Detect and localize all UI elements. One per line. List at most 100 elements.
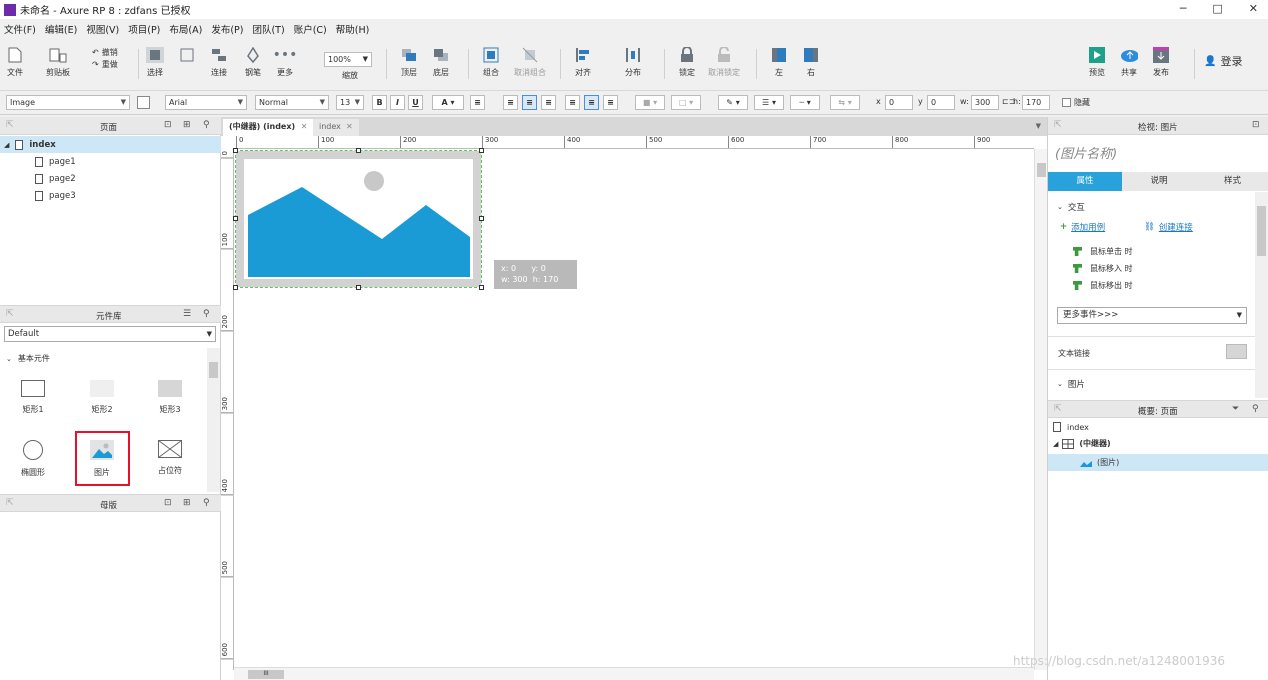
group-button[interactable]: 组合: [482, 47, 500, 78]
outline-item-image[interactable]: (图片): [1048, 454, 1268, 471]
widget-rectangle3[interactable]: 矩形3: [140, 380, 200, 415]
menu-file[interactable]: 文件(F): [4, 22, 36, 36]
bring-to-top-button[interactable]: 顶层: [400, 47, 418, 78]
minimize-button[interactable]: ─: [1180, 2, 1187, 15]
font-style-select[interactable]: Normal ▼: [255, 95, 329, 110]
tab-style[interactable]: 样式: [1196, 172, 1268, 191]
library-select[interactable]: Default ▼: [4, 326, 216, 342]
outline-item-repeater[interactable]: ◢ (中继器): [1053, 438, 1111, 449]
vertical-scrollbar[interactable]: [1034, 149, 1047, 670]
tab-index[interactable]: index ✕: [313, 119, 359, 136]
notes-page-icon[interactable]: ⊡: [1252, 120, 1260, 130]
redo-button[interactable]: ↷ 重做: [92, 59, 118, 70]
menu-account[interactable]: 账户(C): [294, 22, 327, 36]
page-item-index[interactable]: ◢ index: [0, 136, 221, 153]
align-text-left-icon[interactable]: ≡: [503, 95, 518, 110]
width-input[interactable]: 300: [971, 95, 999, 110]
bullet-list-icon[interactable]: ≡: [470, 95, 485, 110]
resize-handle[interactable]: [356, 285, 361, 290]
event-onclick[interactable]: 鼠标单击 时: [1073, 246, 1133, 257]
menu-layout[interactable]: 布局(A): [169, 22, 202, 36]
file-button[interactable]: 文件: [6, 47, 24, 78]
horizontal-scrollbar[interactable]: III: [234, 667, 1034, 680]
x-input[interactable]: 0: [885, 95, 913, 110]
widget-placeholder[interactable]: 占位符: [140, 440, 200, 476]
menu-project[interactable]: 项目(P): [128, 22, 160, 36]
tab-notes[interactable]: 说明: [1122, 172, 1196, 191]
resize-handle[interactable]: [479, 148, 484, 153]
widget-name-input[interactable]: (图片名称): [1055, 143, 1117, 162]
add-master-icon[interactable]: ⊡: [164, 498, 172, 508]
more-events-select[interactable]: 更多事件>>> ▼: [1057, 307, 1247, 324]
resize-handle[interactable]: [479, 285, 484, 290]
search-icon[interactable]: ⚲: [203, 498, 210, 508]
underline-button[interactable]: U: [408, 95, 423, 110]
pin-icon[interactable]: ⇱: [6, 498, 14, 508]
close-button[interactable]: ✕: [1249, 2, 1258, 15]
unlock-button[interactable]: 取消锁定: [708, 47, 740, 78]
arrow-style-button[interactable]: ⇆ ▾: [830, 95, 860, 110]
filter-icon[interactable]: ⏷: [1232, 404, 1239, 414]
select-alt-button[interactable]: [178, 47, 196, 67]
tab-properties[interactable]: 属性: [1048, 172, 1122, 191]
widget-rectangle2[interactable]: 矩形2: [72, 380, 132, 415]
right-button[interactable]: 右: [802, 47, 820, 78]
menu-view[interactable]: 视图(V): [86, 22, 119, 36]
search-icon[interactable]: ⚲: [203, 120, 210, 130]
event-onmouseenter[interactable]: 鼠标移入 时: [1073, 263, 1133, 274]
font-color-button[interactable]: A ▾: [432, 95, 464, 110]
italic-button[interactable]: I: [390, 95, 405, 110]
valign-bottom-icon[interactable]: ≡: [603, 95, 618, 110]
maximize-button[interactable]: □: [1212, 2, 1222, 15]
pen-button[interactable]: 钢笔: [244, 47, 262, 78]
align-text-center-icon[interactable]: ≡: [522, 95, 537, 110]
zoom-select[interactable]: 100% ▼: [324, 52, 372, 67]
font-select[interactable]: Arial ▼: [165, 95, 247, 110]
pin-icon[interactable]: ⇱: [6, 120, 14, 130]
close-icon[interactable]: ✕: [346, 122, 353, 131]
add-folder-icon[interactable]: ⊞: [183, 120, 191, 130]
add-case-link[interactable]: + 添加用例: [1060, 221, 1105, 233]
hide-checkbox[interactable]: [1062, 98, 1071, 107]
align-button[interactable]: 对齐: [574, 47, 592, 78]
font-size-select[interactable]: 13 ▼: [336, 95, 364, 110]
menu-icon[interactable]: ☰: [183, 309, 191, 319]
interaction-section[interactable]: ⌄ 交互: [1057, 201, 1085, 213]
menu-team[interactable]: 团队(T): [252, 22, 284, 36]
image-section[interactable]: ⌄ 图片: [1057, 378, 1085, 390]
clipboard-button[interactable]: 剪贴板: [46, 47, 70, 78]
outline-item-index[interactable]: index: [1053, 422, 1089, 432]
valign-middle-icon[interactable]: ≡: [584, 95, 599, 110]
page-item-page1[interactable]: page1: [0, 153, 221, 170]
widget-ellipse[interactable]: 椭圆形: [3, 440, 63, 478]
undo-button[interactable]: ↶ 撤销: [92, 47, 118, 58]
search-icon[interactable]: ⚲: [1252, 404, 1259, 414]
menu-edit[interactable]: 编辑(E): [45, 22, 77, 36]
y-input[interactable]: 0: [927, 95, 955, 110]
pin-icon[interactable]: ⇱: [1054, 120, 1062, 130]
menu-help[interactable]: 帮助(H): [336, 22, 370, 36]
login-button[interactable]: 👤 登录: [1204, 53, 1242, 69]
ungroup-button[interactable]: 取消组合: [514, 47, 546, 78]
library-section-basic[interactable]: ⌄ 基本元件: [6, 353, 50, 364]
height-input[interactable]: 170: [1022, 95, 1050, 110]
line-color-button[interactable]: ✎ ▾: [718, 95, 748, 110]
distribute-button[interactable]: 分布: [624, 47, 642, 78]
pin-icon[interactable]: ⇱: [6, 309, 14, 319]
widget-type-select[interactable]: Image ▼: [6, 95, 130, 110]
select-button[interactable]: 选择: [146, 47, 164, 78]
preview-button[interactable]: 预览: [1088, 47, 1106, 78]
fill-color-button[interactable]: ■ ▾: [635, 95, 665, 110]
close-icon[interactable]: ✕: [301, 122, 308, 131]
tab-repeater-index[interactable]: (中继器) (index) ✕: [223, 119, 314, 136]
add-page-icon[interactable]: ⊡: [164, 120, 172, 130]
library-scrollbar[interactable]: [207, 348, 220, 492]
inspector-scrollbar[interactable]: [1255, 192, 1268, 398]
connect-button[interactable]: 连接: [210, 47, 228, 78]
add-folder-icon[interactable]: ⊞: [183, 498, 191, 508]
widget-rectangle1[interactable]: 矩形1: [3, 380, 63, 415]
resize-handle[interactable]: [479, 216, 484, 221]
lock-button[interactable]: 锁定: [678, 47, 696, 78]
text-link-style-button[interactable]: [1226, 344, 1247, 359]
tabs-dropdown-icon[interactable]: ▼: [1036, 122, 1041, 130]
